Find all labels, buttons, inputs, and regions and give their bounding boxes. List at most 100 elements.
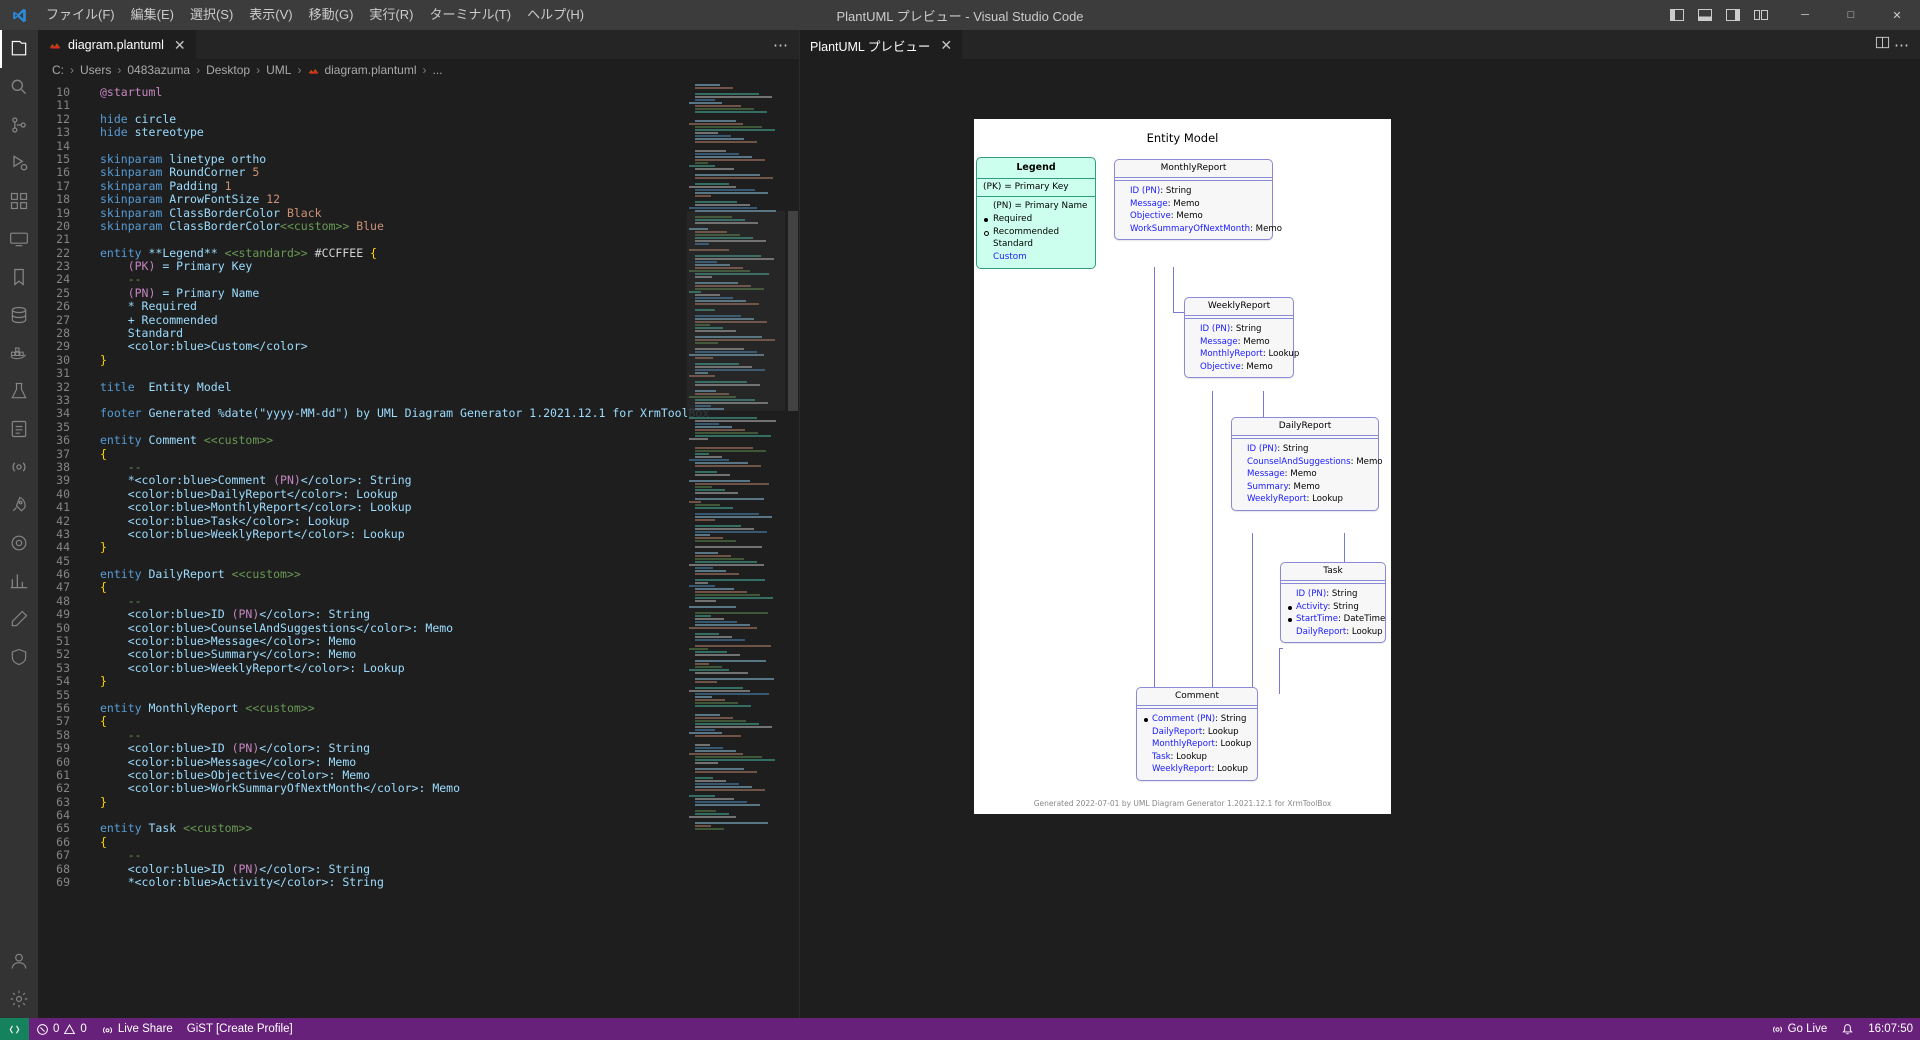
code-text[interactable]: @startuml [82,85,162,99]
code-line[interactable]: 31 [38,366,799,380]
code-text[interactable] [82,555,100,568]
code-text[interactable]: <color:blue>MonthlyReport</color>: Looku… [82,500,412,514]
code-text[interactable] [82,421,100,434]
code-text[interactable]: -- [82,728,142,742]
code-line[interactable]: 33 [38,393,799,407]
split-editor-icon[interactable] [1875,35,1890,55]
code-text[interactable] [82,809,100,822]
code-text[interactable]: <color:blue>Task</color>: Lookup [82,514,350,528]
code-line[interactable]: 67 -- [38,848,799,862]
code-text[interactable]: entity DailyReport <<custom>> [82,567,301,581]
code-text[interactable]: skinparam linetype ortho [82,152,266,166]
code-line[interactable]: 39 *<color:blue>Comment (PN)</color>: St… [38,473,799,487]
notifications-bell-icon[interactable] [1834,1018,1861,1040]
activity-bookmark-icon[interactable] [0,258,38,296]
tab-plantuml-preview[interactable]: PlantUML プレビュー ✕ [800,30,964,59]
code-text[interactable]: <color:blue>ID (PN)</color>: String [82,608,370,621]
editor-actions-more-icon[interactable]: ⋯ [773,36,789,54]
code-line[interactable]: 59 <color:blue>ID (PN)</color>: String [38,741,799,755]
code-line[interactable]: 48 -- [38,594,799,608]
code-line[interactable]: 56 entity MonthlyReport <<custom>> [38,701,799,715]
code-line[interactable]: 44} [38,540,799,554]
code-line[interactable]: 14 [38,139,799,153]
minimize-button[interactable]: ─ [1782,0,1828,30]
code-line[interactable]: 45 [38,554,799,568]
toggle-primary-sidebar-icon[interactable] [1664,0,1690,30]
menu-file[interactable]: ファイル(F) [38,0,123,30]
activity-run-debug-icon[interactable] [0,144,38,182]
problems-status[interactable]: 0 0 [29,1018,94,1040]
gist-status[interactable]: GiST [Create Profile] [180,1018,300,1040]
code-text[interactable]: (PK) = Primary Key [82,259,253,273]
code-line[interactable]: 20 skinparam ClassBorderColor<<custom>> B… [38,219,799,233]
code-line[interactable]: 57 { [38,714,799,728]
code-line[interactable]: 38 -- [38,460,799,474]
code-line[interactable]: 32 title Entity Model [38,380,799,394]
code-text[interactable]: { [82,447,107,461]
code-line[interactable]: 40 <color:blue>DailyReport</color>: Look… [38,487,799,501]
remote-indicator-icon[interactable] [0,1018,29,1040]
preview-webview[interactable]: Entity Model Legend (PK) = Primary Key (… [800,59,1920,1018]
code-text[interactable]: title Entity Model [82,380,232,394]
code-line[interactable]: 68 <color:blue>ID (PN)</color>: String [38,862,799,876]
code-line[interactable]: 11 [38,98,799,112]
code-line[interactable]: 17 skinparam Padding 1 [38,179,799,193]
code-text[interactable]: -- [82,849,142,862]
activity-explorer-icon[interactable] [0,30,38,68]
code-line[interactable]: 26 * Required [38,299,799,313]
code-text[interactable]: skinparam ArrowFontSize 12 [82,192,280,206]
code-text[interactable]: -- [82,594,142,608]
code-text[interactable]: (PN) = Primary Name [82,286,260,300]
activity-gear-alt-icon[interactable] [0,524,38,562]
breadcrumb-item-4[interactable]: UML [266,63,291,77]
clock-status[interactable]: 16:07:50 [1861,1018,1920,1040]
code-text[interactable]: <color:blue>WeeklyReport</color>: Lookup [82,527,405,541]
activity-checklist-icon[interactable] [0,410,38,448]
code-text[interactable]: hide circle [82,112,176,126]
code-text[interactable]: * Required [82,300,197,313]
code-line[interactable]: 30} [38,353,799,367]
code-line[interactable]: 61 <color:blue>Objective</color>: Memo [38,768,799,782]
menu-terminal[interactable]: ターミナル(T) [421,0,519,30]
activity-testing-icon[interactable] [0,372,38,410]
code-text[interactable]: entity **Legend** <<standard>> #CCFFEE { [82,246,377,260]
code-line[interactable]: 10 @startuml [38,85,799,99]
activity-live-share-icon[interactable] [0,448,38,486]
close-button[interactable]: ✕ [1874,0,1920,30]
activity-source-control-icon[interactable] [0,106,38,144]
menu-view[interactable]: 表示(V) [241,0,300,30]
code-text[interactable]: skinparam ClassBorderColor<<custom>> Blu… [82,219,384,233]
code-text[interactable]: { [82,715,107,728]
code-line[interactable]: 29 <color:blue>Custom</color> [38,340,799,354]
activity-extensions-icon[interactable] [0,182,38,220]
tab-diagram-plantuml[interactable]: diagram.plantuml ✕ [38,30,197,59]
code-line[interactable]: 62 <color:blue>WorkSummaryOfNextMonth</c… [38,781,799,795]
code-text[interactable]: <color:blue>ID (PN)</color>: String [82,862,370,876]
activity-shield-icon[interactable] [0,638,38,676]
editor-vertical-scrollbar[interactable] [785,81,799,1018]
code-line[interactable]: 16 skinparam RoundCorner 5 [38,165,799,179]
code-line[interactable]: 55 [38,688,799,702]
menu-selection[interactable]: 選択(S) [182,0,241,30]
code-text[interactable]: <color:blue>Objective</color>: Memo [82,768,370,782]
menu-edit[interactable]: 編集(E) [123,0,182,30]
code-line[interactable]: 54} [38,674,799,688]
code-line[interactable]: 37 { [38,447,799,461]
code-text[interactable]: entity Comment <<custom>> [82,433,273,447]
breadcrumb[interactable]: C: › Users › 0483azuma › Desktop › UML › [38,59,799,81]
breadcrumb-item-5[interactable]: diagram.plantuml [324,63,416,77]
toggle-secondary-sidebar-icon[interactable] [1720,0,1746,30]
code-line[interactable]: 27 + Recommended [38,313,799,327]
code-text[interactable]: skinparam ClassBorderColor Black [82,206,322,220]
activity-database-icon[interactable] [0,296,38,334]
code-text[interactable] [82,99,100,112]
code-line[interactable]: 35 [38,420,799,434]
code-line[interactable]: 19 skinparam ClassBorderColor Black [38,206,799,220]
code-text[interactable]: skinparam RoundCorner 5 [82,166,259,179]
activity-remote-explorer-icon[interactable] [0,220,38,258]
code-text[interactable]: *<color:blue>Activity</color>: String [82,875,384,889]
code-text[interactable]: <color:blue>DailyReport</color>: Lookup [82,487,398,501]
code-text[interactable] [82,394,100,407]
go-live-status[interactable]: Go Live [1764,1018,1835,1040]
code-line[interactable]: 50 <color:blue>CounselAndSuggestions</co… [38,621,799,635]
